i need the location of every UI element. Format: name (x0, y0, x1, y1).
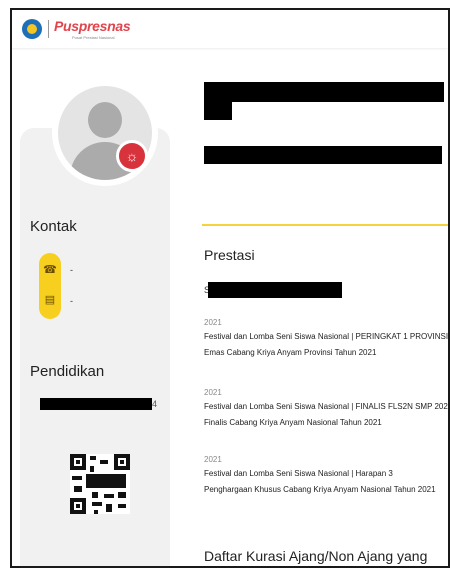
logo-subtitle: Pusat Prestasi Nasional (72, 35, 115, 40)
kontak-heading: Kontak (30, 218, 77, 235)
page-frame: Puspresnas Pusat Prestasi Nasional ☼ Kon… (10, 8, 450, 568)
achievement-desc: Penghargaan Khusus Cabang Kriya Anyam Na… (204, 485, 436, 494)
puspresnas-logo[interactable]: Puspresnas (54, 18, 131, 34)
achievement-item: 2021 Festival dan Lomba Seni Siswa Nasio… (204, 388, 450, 428)
achievement-item: 2021 Festival dan Lomba Seni Siswa Nasio… (204, 455, 448, 495)
chat-icon: ▤ (44, 294, 56, 306)
contact-icons-pill: ☎ ▤ (39, 253, 61, 319)
award-badge-icon: ☼ (116, 140, 148, 172)
achievement-year: 2021 (204, 455, 222, 464)
prestasi-heading: Prestasi (204, 247, 255, 263)
achievement-desc: Finalis Cabang Kriya Anyam Nasional Tahu… (204, 418, 382, 427)
avatar (52, 80, 158, 186)
achievement-item: 2021 Festival dan Lomba Seni Siswa Nasio… (204, 318, 449, 358)
qr-code (70, 454, 130, 514)
achievement-year: 2021 (204, 318, 222, 327)
kurasi-heading: Daftar Kurasi Ajang/Non Ajang yang telah… (204, 548, 428, 566)
school-tail: 4 (152, 399, 158, 409)
ministry-emblem-icon[interactable] (22, 19, 42, 39)
achievement-year: 2021 (204, 388, 222, 397)
redacted-subtitle (204, 146, 442, 164)
section-divider (202, 224, 448, 226)
phone-icon: ☎ (43, 264, 57, 276)
chat-value: - (70, 296, 73, 306)
top-bar: Puspresnas Pusat Prestasi Nasional (12, 10, 448, 48)
achievement-event: Festival dan Lomba Seni Siswa Nasional |… (204, 332, 449, 341)
achievement-desc: Emas Cabang Kriya Anyam Provinsi Tahun 2… (204, 348, 377, 357)
phone-value: - (70, 265, 73, 275)
redacted-name (204, 82, 444, 102)
main-content: Prestasi S 2021 Festival dan Lomba Seni … (202, 50, 450, 566)
achievement-event: Festival dan Lomba Seni Siswa Nasional |… (204, 469, 393, 478)
redacted-name-line2 (204, 102, 232, 120)
redacted-school (40, 398, 152, 410)
avatar-head (88, 102, 122, 138)
logo-divider (48, 20, 49, 38)
achievement-event: Festival dan Lomba Seni Siswa Nasional |… (204, 402, 450, 411)
pendidikan-heading: Pendidikan (30, 363, 105, 380)
redacted-prestasi-label (208, 282, 342, 298)
